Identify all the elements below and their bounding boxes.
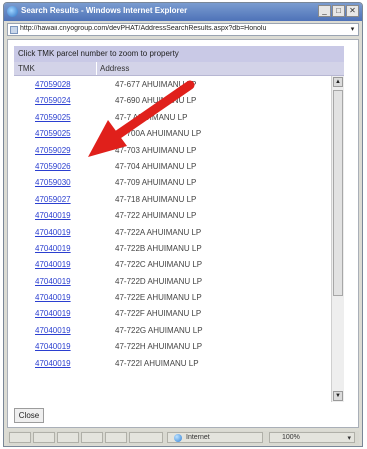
minimize-button[interactable]: _ [318,5,331,17]
table-row: 47040019 47-722I AHUIMANU LP [14,356,330,372]
address-cell: 47-722G AHUIMANU LP [115,325,203,335]
address-cell: 47-709 AHUIMANU LP [115,178,197,188]
results-caption: Click TMK parcel number to zoom to prope… [14,46,344,62]
tmk-link[interactable]: 47059027 [35,195,71,204]
tmk-link[interactable]: 47059024 [35,96,71,105]
table-row: 47040019 47-722A AHUIMANU LP [14,225,330,241]
tmk-link[interactable]: 47059025 [35,113,71,122]
zoom-dropdown-icon[interactable]: ▾ [347,434,351,442]
browser-window: Search Results - Windows Internet Explor… [3,2,363,447]
address-cell: 47-718 AHUIMANU LP [115,194,197,204]
status-cell [129,432,163,443]
column-divider [96,62,97,75]
column-header-address: Address [100,64,130,73]
close-window-button[interactable]: ✕ [346,5,359,17]
tmk-link[interactable]: 47040019 [35,228,71,237]
security-zone[interactable]: Internet [167,432,263,443]
globe-icon [174,434,182,442]
status-cell [33,432,55,443]
tmk-link[interactable]: 47059028 [35,80,71,89]
address-cell: 47-704 AHUIMANU LP [115,161,197,171]
address-cell: 47-722D AHUIMANU LP [115,276,203,286]
address-bar[interactable]: http://hawaii.cnyogroup.com/devPHAT/Addr… [7,23,359,36]
status-cell [57,432,79,443]
tmk-link[interactable]: 47059030 [35,178,71,187]
zoom-control[interactable]: 100% ▾ [269,432,355,443]
address-cell: 47-722F AHUIMANU LP [115,309,202,319]
page-content: Click TMK parcel number to zoom to prope… [7,39,359,428]
table-row: 47059030 47-709 AHUIMANU LP [14,175,330,191]
tmk-link[interactable]: 47059029 [35,146,71,155]
table-row: 47059026 47-704 AHUIMANU LP [14,159,330,175]
table-row: 47040019 47-722B AHUIMANU LP [14,241,330,257]
page-icon [10,26,18,34]
ie-icon [7,6,18,17]
status-cell [105,432,127,443]
zoom-level: 100% [282,434,300,441]
tmk-link[interactable]: 47040019 [35,309,71,318]
address-cell: 47-722C AHUIMANU LP [115,260,203,270]
address-cell: 47-7 AHUIMANU LP [115,112,188,122]
table-header: TMK Address [14,62,344,76]
table-row: 47059029 47-703 AHUIMANU LP [14,143,330,159]
address-cell: 47-722 AHUIMANU LP [115,211,197,221]
address-cell: 47-703 AHUIMANU LP [115,145,197,155]
column-header-tmk: TMK [18,64,35,73]
table-row: 47059028 47-677 AHUIMANU LP [14,77,330,93]
table-scrollbar[interactable]: ▲ ▼ [331,76,344,402]
table-row: 47040019 47-722H AHUIMANU LP [14,339,330,355]
address-url[interactable]: http://hawaii.cnyogroup.com/devPHAT/Addr… [20,25,344,32]
tmk-link[interactable]: 47040019 [35,359,71,368]
table-row: 47059024 47-690 AHUIMANU LP [14,93,330,109]
table-row: 47059025 47-700A AHUIMANU LP [14,126,330,142]
scroll-down-button[interactable]: ▼ [333,391,343,401]
address-cell: 47-677 AHUIMANU LP [115,80,197,89]
tmk-link[interactable]: 47040019 [35,326,71,335]
status-cell [81,432,103,443]
results-table: TMK Address 47059028 47-677 AHUIMANU LP 47… [14,62,344,402]
table-body: 47059028 47-677 AHUIMANU LP 47059024 47-690… [14,77,330,372]
status-cell [9,432,31,443]
table-row: 47040019 47-722C AHUIMANU LP [14,257,330,273]
table-row: 47040019 47-722E AHUIMANU LP [14,290,330,306]
address-cell: 47-722H AHUIMANU LP [115,342,203,352]
tmk-link[interactable]: 47040019 [35,260,71,269]
title-bar[interactable]: Search Results - Windows Internet Explor… [4,3,362,21]
scroll-up-button[interactable]: ▲ [333,77,343,87]
status-bar: Internet 100% ▾ [7,431,359,445]
address-cell: 47-722B AHUIMANU LP [115,243,202,253]
window-title: Search Results - Windows Internet Explor… [21,6,188,15]
table-row: 47040019 47-722 AHUIMANU LP [14,208,330,224]
tmk-link[interactable]: 47040019 [35,342,71,351]
address-cell: 47-700A AHUIMANU LP [115,129,202,139]
address-cell: 47-690 AHUIMANU LP [115,96,197,106]
table-row: 47059027 47-718 AHUIMANU LP [14,192,330,208]
tmk-link[interactable]: 47040019 [35,293,71,302]
close-button[interactable]: Close [14,408,44,423]
scroll-thumb[interactable] [333,90,343,296]
table-row: 47040019 47-722D AHUIMANU LP [14,274,330,290]
tmk-link[interactable]: 47040019 [35,277,71,286]
table-row: 47040019 47-722G AHUIMANU LP [14,323,330,339]
address-cell: 47-722E AHUIMANU LP [115,293,202,303]
address-cell: 47-722A AHUIMANU LP [115,227,202,237]
zone-label: Internet [186,434,210,441]
tmk-link[interactable]: 47040019 [35,211,71,220]
address-dropdown-icon[interactable]: ▾ [348,25,357,34]
tmk-link[interactable]: 47059026 [35,162,71,171]
maximize-button[interactable]: □ [332,5,345,17]
table-row: 47059025 47-7 AHUIMANU LP [14,110,330,126]
table-row: 47040019 47-722F AHUIMANU LP [14,306,330,322]
window-controls: _ □ ✕ [318,5,359,18]
address-cell: 47-722I AHUIMANU LP [115,358,199,368]
tmk-link[interactable]: 47059025 [35,129,71,138]
tmk-link[interactable]: 47040019 [35,244,71,253]
